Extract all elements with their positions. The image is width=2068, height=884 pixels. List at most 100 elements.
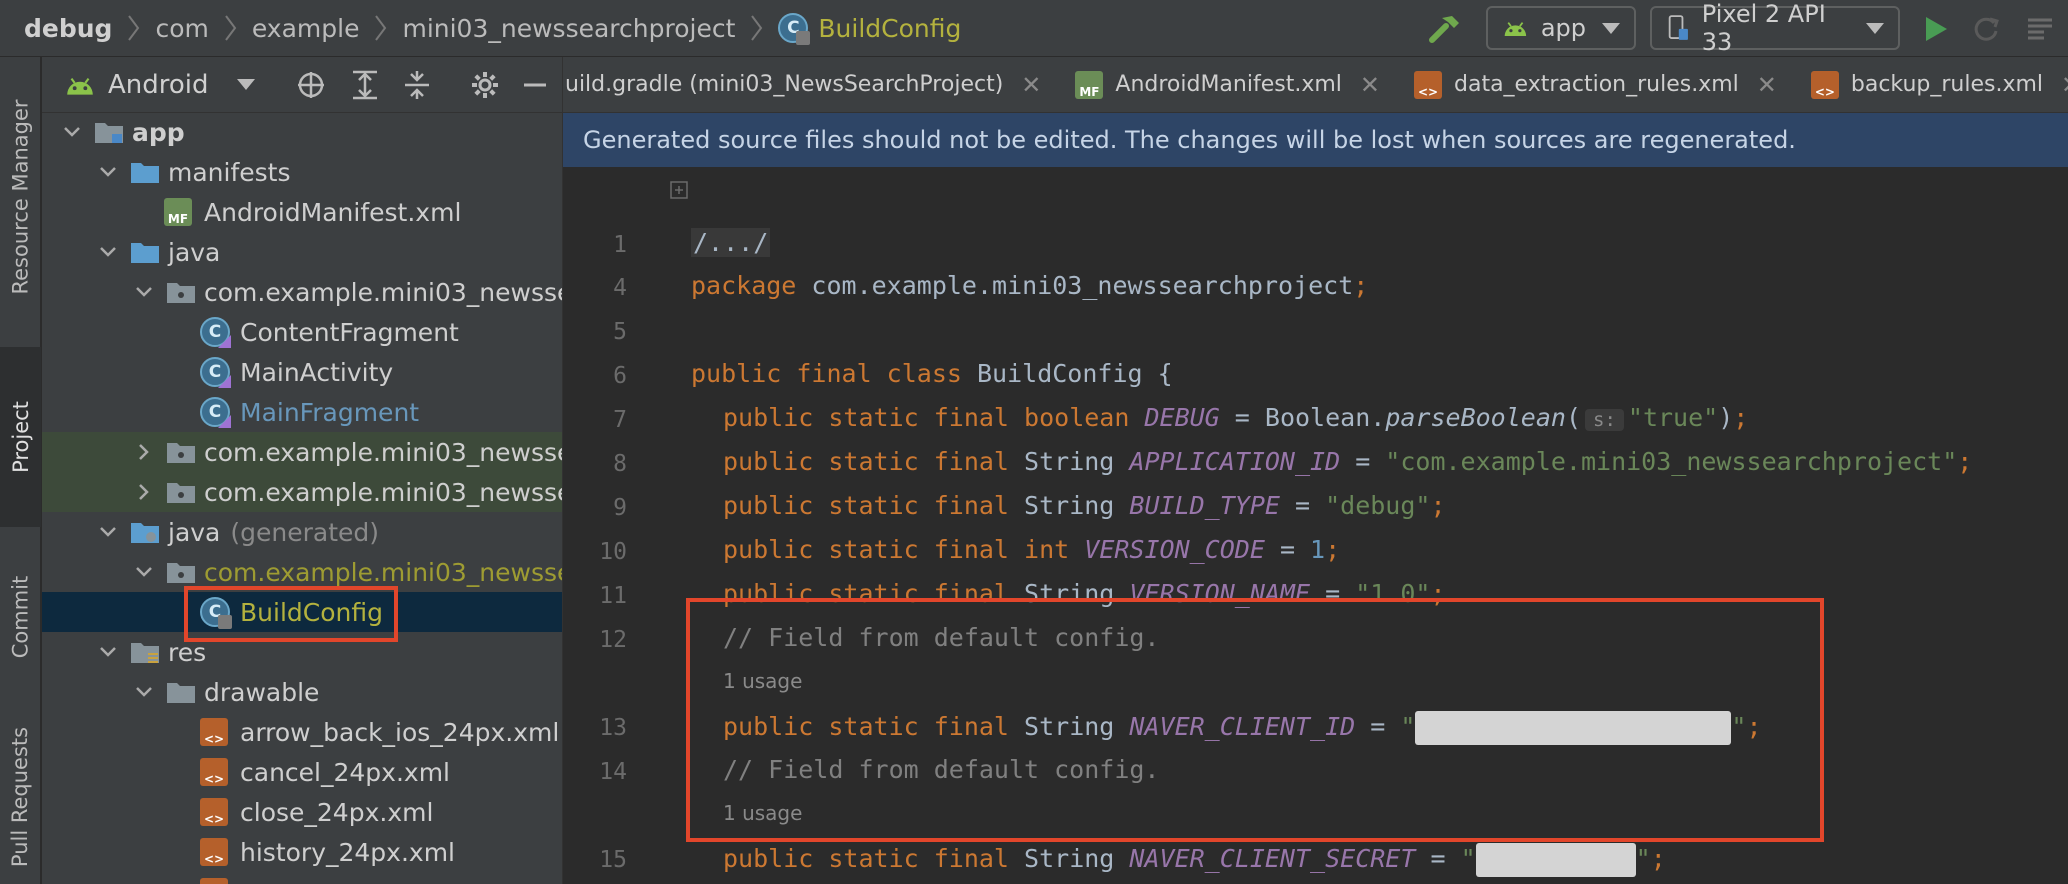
breadcrumb-buildconfig[interactable]: BuildConfig [818,14,961,43]
android-icon [1504,22,1527,37]
collapse-all-icon[interactable] [402,70,432,100]
tree-item-package-androidtest[interactable]: com.example.mini03_newssea [42,432,562,472]
line-number: 7 [613,407,627,433]
chevron-down-icon [136,687,152,697]
code-line-8[interactable]: public static final String APPLICATION_I… [723,447,1972,476]
tree-item-java[interactable]: java [42,232,562,272]
tree-item-history[interactable]: <> history_24px.xml [42,832,562,872]
line-number: 9 [613,495,627,521]
line-number: 5 [613,319,627,345]
chevron-down-icon [136,287,152,297]
close-icon[interactable]: ✕ [1757,71,1777,99]
breadcrumb: debug com example mini03_newssearchproje… [24,13,961,45]
chevron-down-icon[interactable] [236,79,255,90]
chevron-right-icon [139,484,149,500]
redacted-value [1475,843,1636,877]
package-icon [167,563,195,583]
folded-region[interactable]: /.../ [691,228,771,257]
chevron-right-icon [139,444,149,460]
tree-item-arrow-back[interactable]: <> arrow_back_ios_24px.xml [42,712,562,752]
chevron-down-icon [64,127,80,137]
tree-item-app[interactable]: app [42,112,562,152]
tree-item-manifests[interactable]: manifests [42,152,562,192]
chevron-down-icon [100,167,116,177]
device-dropdown[interactable]: Pixel 2 API 33 [1650,0,1900,56]
expand-all-icon[interactable] [350,70,380,100]
tab-build-gradle[interactable]: uild.gradle (mini03_NewsSearchProject) ✕ [563,57,1051,112]
manifest-file-icon: MF [164,198,192,226]
folder-icon [131,243,159,263]
highlight-box-secrets [686,598,1824,842]
device-icon [1668,15,1688,40]
project-panel: Android app manifests MF AndroidManifest… [42,57,562,884]
line-number: 13 [599,715,627,741]
run-config-dropdown[interactable]: app [1486,5,1636,51]
xml-file-icon: <> [200,718,228,746]
breadcrumb-example[interactable]: example [252,14,360,43]
code-line-10[interactable]: public static final int VERSION_CODE = 1… [723,535,1340,564]
tab-project[interactable]: Project [0,347,41,527]
kotlin-class-icon: C [200,317,231,348]
highlight-box-buildconfig [184,586,398,642]
build-hammer-icon[interactable] [1428,12,1462,46]
tree-item-cancel[interactable]: <> cancel_24px.xml [42,752,562,792]
code-line-15[interactable]: public static final String NAVER_CLIENT_… [723,843,1666,877]
code-line-7[interactable]: public static final boolean DEBUG = Bool… [723,403,1748,432]
chevron-right-icon [128,15,140,41]
breadcrumb-com[interactable]: com [155,14,208,43]
tab-pull-requests[interactable]: Pull Requests [0,707,41,884]
tab-backup-rules[interactable]: <> backup_rules.xml ✕ [1810,57,2068,112]
navigation-bar: debug com example mini03_newssearchproje… [0,0,2068,57]
breadcrumb-package[interactable]: mini03_newssearchproject [402,14,735,43]
line-number: 12 [599,627,627,653]
line-number: 4 [613,275,627,301]
generated-folder-icon [131,523,159,543]
gear-icon[interactable] [470,70,500,100]
close-icon[interactable]: ✕ [1360,71,1380,99]
tree-item-partial: <> [42,872,562,884]
run-icon[interactable] [1922,14,1950,44]
code-line-4[interactable]: package com.example.mini03_newssearchpro… [691,271,1368,300]
locate-target-icon[interactable] [296,70,326,100]
xml-file-icon: <> [1810,70,1839,99]
code-line-6[interactable]: public final class BuildConfig { [691,359,1173,388]
resource-folder-icon [131,643,159,663]
tab-resource-manager[interactable]: Resource Manager [0,67,41,327]
generated-source-banner: Generated source files should not be edi… [563,113,2068,167]
tree-item-contentfragment[interactable]: C ContentFragment [42,312,562,352]
code-line-9[interactable]: public static final String BUILD_TYPE = … [723,491,1446,520]
xml-file-icon: <> [200,758,228,786]
line-number: 11 [599,583,627,609]
class-icon: C [778,13,811,45]
tree-item-mainfragment[interactable]: C MainFragment [42,392,562,432]
package-icon [167,283,195,303]
tab-commit[interactable]: Commit [0,547,41,687]
kotlin-class-icon: C [200,397,231,428]
code-line-1[interactable]: /.../ [691,228,771,257]
tree-item-androidmanifest[interactable]: MF AndroidManifest.xml [42,192,562,232]
tree-item-drawable[interactable]: drawable [42,672,562,712]
chevron-right-icon [225,15,237,41]
tree-item-mainactivity[interactable]: C MainActivity [42,352,562,392]
breadcrumb-debug[interactable]: debug [24,14,112,43]
apply-changes-icon[interactable] [1970,13,2002,45]
chevron-right-icon [375,15,387,41]
tree-item-java-generated[interactable]: java (generated) [42,512,562,552]
line-number: 1 [613,232,627,258]
line-number: 14 [599,759,627,785]
minimize-icon[interactable] [520,70,550,100]
chevron-down-icon [1602,22,1620,34]
tab-data-extraction-rules[interactable]: <> data_extraction_rules.xml ✕ [1414,57,1787,112]
list-icon[interactable] [2026,15,2054,43]
chevron-down-icon [1866,22,1884,34]
tree-item-package-test[interactable]: com.example.mini03_newssea [42,472,562,512]
close-icon[interactable]: ✕ [2061,71,2068,99]
tree-item-package-main[interactable]: com.example.mini03_newssea [42,272,562,312]
tree-item-close[interactable]: <> close_24px.xml [42,792,562,832]
chevron-down-icon [100,527,116,537]
project-view-selector[interactable]: Android [108,70,209,100]
android-icon [67,77,93,95]
fold-toggle-icon[interactable] [669,180,691,202]
tab-androidmanifest[interactable]: MF AndroidManifest.xml ✕ [1075,57,1390,112]
close-icon[interactable]: ✕ [1021,71,1041,99]
